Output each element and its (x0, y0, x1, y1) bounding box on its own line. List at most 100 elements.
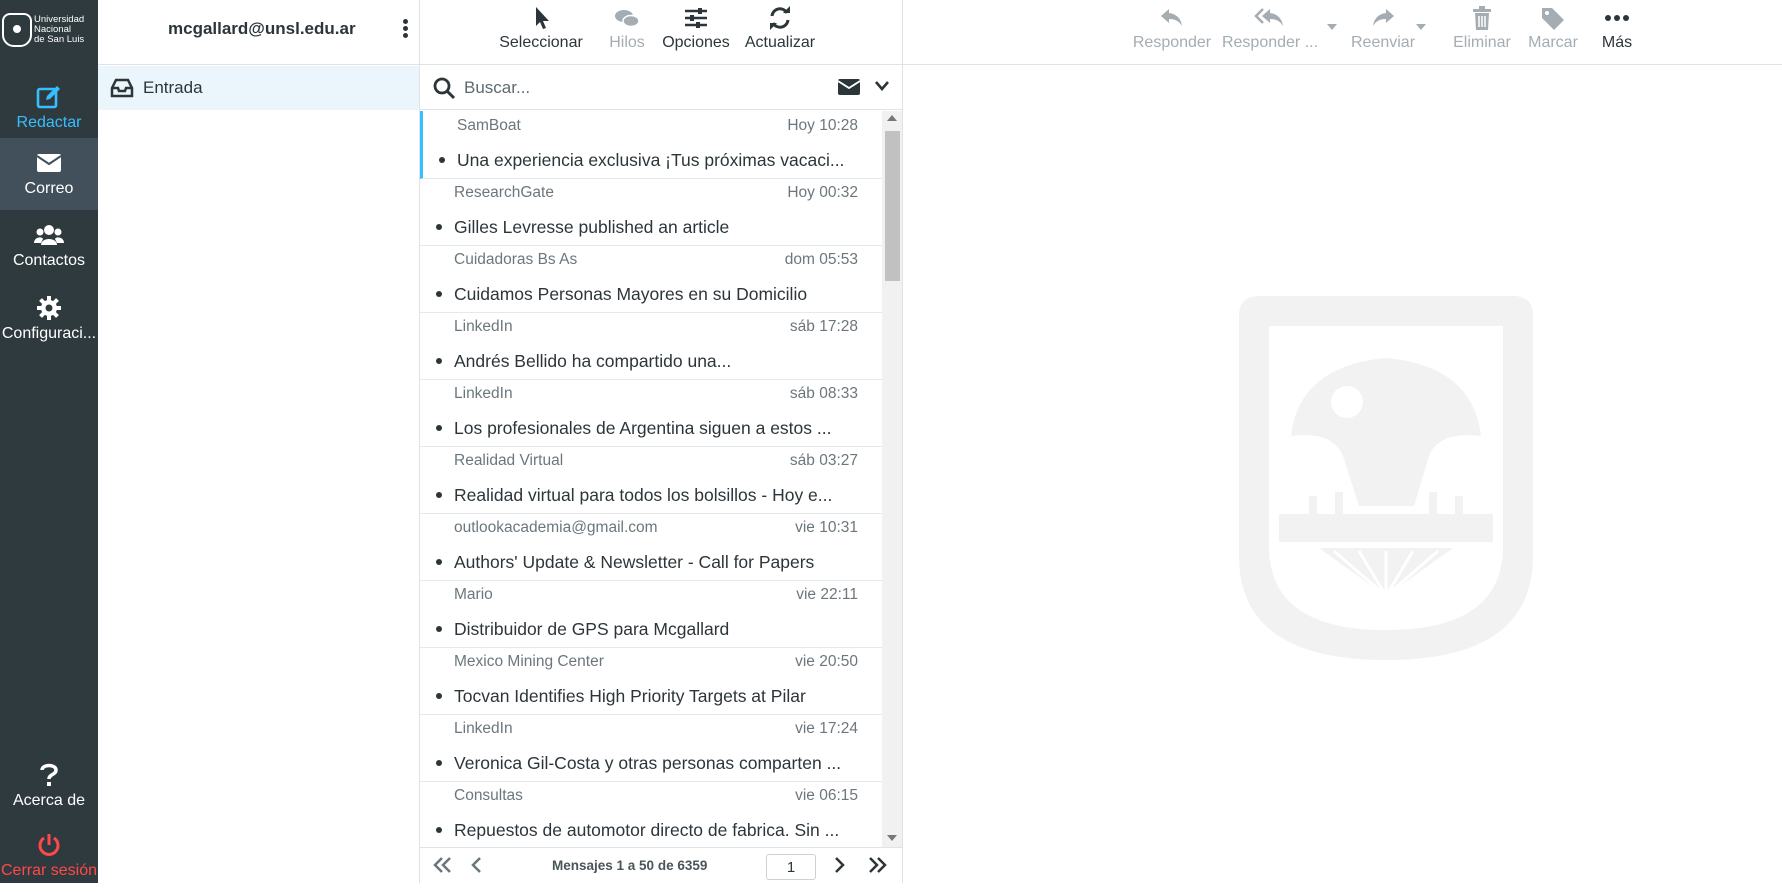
about-button[interactable]: Acerca de (0, 750, 98, 822)
message-row[interactable]: LinkedIn vie 17:24 Veronica Gil-Costa y … (420, 714, 882, 782)
message-subject: Authors' Update & Newsletter - Call for … (454, 552, 815, 572)
first-page-icon[interactable] (432, 855, 454, 875)
scrollbar-thumb[interactable] (885, 131, 900, 281)
message-row[interactable]: LinkedIn sáb 17:28 Andrés Bellido ha com… (420, 312, 882, 380)
message-date: vie 17:24 (795, 720, 858, 737)
question-icon (40, 763, 58, 786)
reply-label: Responder (1132, 34, 1212, 51)
message-date: dom 05:53 (784, 251, 858, 268)
kebab-dot-icon (402, 33, 408, 38)
unread-dot-icon (436, 827, 442, 833)
message-sender: Mario (454, 586, 493, 603)
university-seal-icon (2, 13, 32, 47)
message-date: Hoy 00:32 (787, 184, 858, 201)
forward-dropdown-icon[interactable] (1416, 24, 1426, 30)
trash-icon (1473, 6, 1491, 30)
envelope-filter-icon[interactable] (838, 78, 860, 96)
message-sender: ResearchGate (454, 184, 554, 201)
message-subject: Realidad virtual para todos los bolsillo… (454, 485, 833, 505)
message-row[interactable]: Mario vie 22:11 Distribuidor de GPS para… (420, 580, 882, 648)
message-sender: LinkedIn (454, 385, 513, 402)
previous-page-icon[interactable] (470, 855, 484, 875)
message-subject: Los profesionales de Argentina siguen a … (454, 418, 832, 438)
sidebar-item-contacts[interactable]: Contactos (0, 210, 98, 282)
logo-text: Universidad Nacional de San Luis (34, 15, 84, 45)
sidebar-item-settings[interactable]: Configuraci... (0, 283, 98, 355)
message-date: vie 20:50 (795, 653, 858, 670)
sidebar-item-mail[interactable]: Correo (0, 138, 98, 210)
message-list: SamBoat Hoy 10:28 Una experiencia exclus… (420, 111, 882, 847)
options-button[interactable]: Opciones (661, 0, 731, 65)
logo-line-3: de San Luis (34, 34, 85, 45)
select-button[interactable]: Seleccionar (498, 0, 584, 65)
pagination-bar: Mensajes 1 a 50 de 6359 (420, 847, 902, 883)
forward-label: Reenviar (1350, 34, 1416, 51)
forward-icon (1373, 9, 1394, 26)
comments-icon (615, 10, 640, 28)
message-date: sáb 17:28 (789, 318, 858, 335)
compose-icon (36, 86, 60, 109)
gear-icon (37, 296, 61, 320)
scroll-up-arrow-icon[interactable] (887, 115, 897, 121)
unread-dot-icon (436, 760, 442, 766)
folder-panel: mcgallard@unsl.edu.ar Entrada (98, 0, 420, 883)
preview-panel: Responder Responder ... Reenviar Elimina… (903, 0, 1782, 883)
envelope-icon (36, 154, 62, 172)
message-row[interactable]: outlookacademia@gmail.com vie 10:31 Auth… (420, 513, 882, 581)
folder-label: Entrada (143, 78, 203, 97)
unread-dot-icon (439, 157, 445, 163)
sliders-icon (685, 8, 707, 28)
mail-label: Correo (24, 180, 74, 197)
message-subject: Una experiencia exclusiva ¡Tus próximas … (457, 150, 845, 170)
last-page-icon[interactable] (866, 855, 888, 875)
message-sender: Realidad Virtual (454, 452, 564, 469)
chevron-down-icon[interactable] (875, 80, 889, 92)
list-toolbar: Seleccionar Hilos Opciones Actualizar (420, 0, 902, 65)
more-button[interactable]: Más (1591, 0, 1643, 65)
message-date: vie 22:11 (796, 586, 858, 603)
delete-label: Eliminar (1453, 34, 1511, 51)
message-date: sáb 03:27 (789, 452, 858, 469)
reply-button[interactable]: Responder (1131, 0, 1213, 65)
threads-button[interactable]: Hilos (603, 0, 651, 65)
message-row[interactable]: Consultas vie 06:15 Repuestos de automot… (420, 781, 882, 847)
message-row[interactable]: SamBoat Hoy 10:28 Una experiencia exclus… (420, 111, 882, 179)
refresh-label: Actualizar (744, 34, 816, 51)
search-bar (420, 66, 902, 110)
message-list-scrollbar[interactable] (882, 111, 902, 847)
inbox-icon (110, 78, 134, 98)
delete-button[interactable]: Eliminar (1451, 0, 1513, 65)
search-input[interactable] (464, 74, 824, 102)
compose-button[interactable]: Redactar (0, 72, 98, 144)
refresh-icon (770, 6, 790, 30)
message-sender: SamBoat (457, 117, 521, 134)
message-subject: Tocvan Identifies High Priority Targets … (454, 686, 806, 706)
message-row[interactable]: Realidad Virtual sáb 03:27 Realidad virt… (420, 446, 882, 514)
folder-item-inbox[interactable]: Entrada (98, 66, 419, 110)
refresh-button[interactable]: Actualizar (739, 0, 821, 65)
compose-label: Redactar (16, 114, 82, 131)
university-logo: Universidad Nacional de San Luis (2, 10, 96, 50)
message-subject: Repuestos de automotor directo de fabric… (454, 820, 840, 840)
reply-all-dropdown-icon[interactable] (1327, 24, 1337, 30)
reply-all-button[interactable]: Responder ... (1221, 0, 1319, 65)
mark-button[interactable]: Marcar (1525, 0, 1581, 65)
message-sender: outlookacademia@gmail.com (454, 519, 658, 536)
message-sender: Cuidadoras Bs As (454, 251, 578, 268)
settings-label: Configuraci... (1, 325, 97, 342)
next-page-icon[interactable] (832, 855, 846, 875)
unread-dot-icon (436, 492, 442, 498)
cursor-icon (536, 7, 549, 29)
forward-button[interactable]: Reenviar (1347, 0, 1419, 65)
message-date: vie 10:31 (795, 519, 858, 536)
account-menu-button[interactable] (400, 17, 410, 43)
logout-button[interactable]: Cerrar sesión (0, 820, 98, 892)
message-row[interactable]: LinkedIn sáb 08:33 Los profesionales de … (420, 379, 882, 447)
scroll-down-arrow-icon[interactable] (887, 835, 897, 841)
message-row[interactable]: Cuidadoras Bs As dom 05:53 Cuidamos Pers… (420, 245, 882, 313)
power-icon (38, 834, 60, 856)
options-label: Opciones (662, 34, 730, 51)
message-row[interactable]: Mexico Mining Center vie 20:50 Tocvan Id… (420, 647, 882, 715)
message-row[interactable]: ResearchGate Hoy 00:32 Gilles Levresse p… (420, 178, 882, 246)
page-number-input[interactable] (766, 854, 816, 880)
